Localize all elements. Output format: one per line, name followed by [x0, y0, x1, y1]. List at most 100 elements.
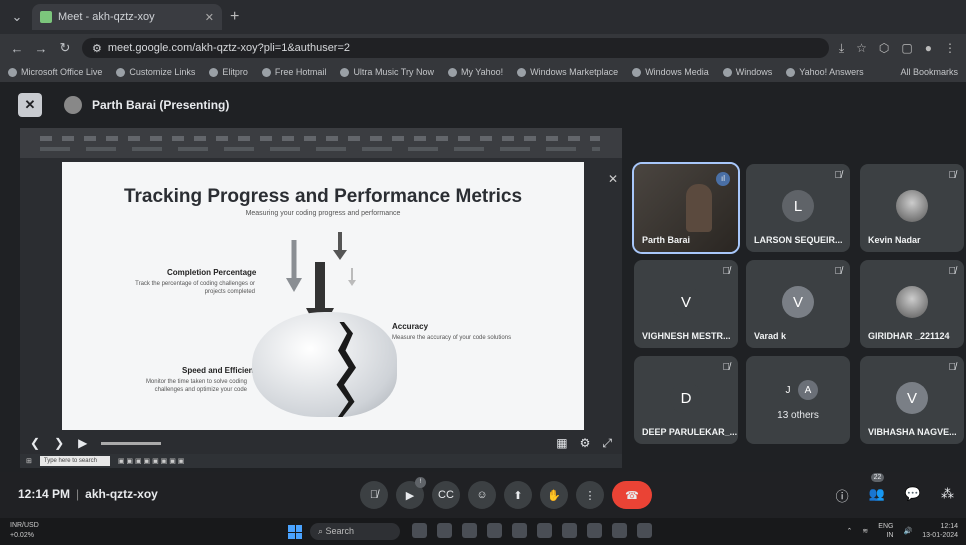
site-info-icon[interactable]: ⚙	[92, 42, 102, 55]
fullscreen-icon[interactable]: ⤢	[602, 436, 612, 451]
taskbar-app-icon[interactable]	[537, 523, 552, 538]
activities-icon[interactable]: ⁂	[941, 486, 954, 505]
participant-tile[interactable]: 🎙̸ GIRIDHAR _221124	[860, 260, 964, 348]
participant-tile[interactable]: 🎙̸ V Varad k	[746, 260, 850, 348]
slide-title: Tracking Progress and Performance Metric…	[123, 186, 523, 207]
shared-app-icons: ▣ ▣ ▣ ▣ ▣ ▣ ▣ ▣	[117, 458, 185, 465]
completion-desc: Track the percentage of coding challenge…	[135, 281, 255, 295]
piggy-bank-graphic	[252, 312, 397, 417]
shared-tab-strip	[40, 147, 600, 151]
taskbar-app-icon[interactable]	[512, 523, 527, 538]
call-controls: 🎙̸ ▶! CC ☺ ⬆ ✋ ⋮ ☎	[360, 477, 652, 509]
emoji-button[interactable]: ☺	[468, 481, 496, 509]
bookmark-item[interactable]: Windows Media	[632, 67, 709, 77]
reload-icon[interactable]: ↻	[58, 40, 72, 56]
extensions-icon[interactable]: ⬡	[879, 41, 889, 56]
taskbar-app-icon[interactable]	[437, 523, 452, 538]
presentation-slide: Tracking Progress and Performance Metric…	[62, 162, 584, 430]
raise-hand-button[interactable]: ✋	[540, 481, 568, 509]
taskbar-app-icon[interactable]	[637, 523, 652, 538]
bookmark-item[interactable]: Windows Marketplace	[517, 67, 618, 77]
participant-tile[interactable]: 🎙̸ V VIBHASHA NAGVE...	[860, 356, 964, 444]
profile-icon[interactable]: ●	[925, 41, 932, 56]
leave-call-button[interactable]: ☎	[612, 481, 652, 509]
other-avatar: J	[778, 380, 798, 400]
taskbar-app-icon[interactable]	[612, 523, 627, 538]
grid-icon[interactable]: ▦	[556, 436, 567, 451]
participant-name: VIBHASHA NAGVE...	[868, 427, 957, 437]
participant-name: DEEP PARULEKAR_...	[642, 427, 738, 437]
bookmark-item[interactable]: Elitpro	[209, 67, 248, 77]
bookmark-item[interactable]: Windows	[722, 67, 772, 77]
participant-avatar: L	[782, 190, 814, 222]
taskbar-app-icon[interactable]	[462, 523, 477, 538]
microphone-button[interactable]: 🎙̸	[360, 481, 388, 509]
browser-tab-meet[interactable]: Meet - akh-qztz-xoy ✕	[32, 4, 222, 30]
chat-icon[interactable]: 💬	[905, 486, 921, 505]
settings-icon[interactable]: ⚙	[580, 436, 591, 451]
menu-icon[interactable]: ⋮	[944, 41, 956, 56]
bookmark-item[interactable]: Free Hotmail	[261, 67, 326, 77]
more-options-button[interactable]: ⋮	[576, 481, 604, 509]
bookmark-item[interactable]: Microsoft Office Live	[8, 67, 102, 77]
tab-menu-icon[interactable]: ⌄	[10, 9, 24, 25]
shared-screen-toolbar	[20, 128, 622, 158]
all-bookmarks-button[interactable]: All Bookmarks	[900, 67, 958, 77]
bookmark-icon	[340, 67, 350, 77]
participant-tile[interactable]: ıl Parth Barai	[632, 162, 740, 254]
play-icon[interactable]: ▶	[78, 436, 87, 450]
download-icon[interactable]: ⤓	[839, 41, 844, 56]
participant-tile[interactable]: 🎙̸ L LARSON SEQUEIR...	[746, 164, 850, 252]
language-indicator[interactable]: ENG IN	[878, 522, 893, 540]
tray-chevron-icon[interactable]: ⌃	[847, 527, 853, 535]
close-share-icon[interactable]: ✕	[608, 172, 618, 186]
info-icon[interactable]: ⓘ	[836, 486, 849, 505]
taskbar-clock[interactable]: 12:14 13-01-2024	[922, 522, 958, 540]
camera-button[interactable]: ▶!	[396, 477, 426, 509]
others-tile[interactable]: J A 13 others	[746, 356, 850, 444]
bookmark-item[interactable]: Ultra Music Try Now	[340, 67, 434, 77]
participant-avatar: V	[896, 382, 928, 414]
participant-tile[interactable]: 🎙̸ D DEEP PARULEKAR_...	[634, 356, 738, 444]
participant-tile[interactable]: 🎙̸ V VIGHNESH MESTR...	[634, 260, 738, 348]
star-icon[interactable]: ☆	[856, 41, 867, 56]
currency-widget[interactable]: INR/USD +0.02%	[10, 521, 39, 541]
forward-icon[interactable]: →	[34, 41, 48, 56]
address-bar[interactable]: ⚙ meet.google.com/akh-qztz-xoy?pli=1&aut…	[82, 38, 829, 58]
video-player-controls: ❮ ❯ ▶ ▦ ⚙ ⤢	[20, 432, 622, 454]
taskbar-app-icon[interactable]	[487, 523, 502, 538]
participant-tile[interactable]: 🎙̸ Kevin Nadar	[860, 164, 964, 252]
mic-off-icon: 🎙̸	[948, 266, 957, 277]
wifi-icon[interactable]: ≋	[862, 527, 868, 535]
taskbar-search[interactable]: ⌕ Search	[310, 523, 400, 540]
seek-bar[interactable]	[101, 441, 162, 445]
present-button[interactable]: ⬆	[504, 481, 532, 509]
shared-search-box: Type here to search	[39, 456, 110, 466]
stop-presenting-icon[interactable]: ✕	[18, 93, 42, 117]
bookmark-item[interactable]: Yahoo! Answers	[786, 67, 864, 77]
accuracy-desc: Measure the accuracy of your code soluti…	[392, 335, 512, 341]
people-button[interactable]: 👥 22	[869, 473, 885, 505]
next-icon[interactable]: ❯	[54, 436, 64, 450]
new-tab-icon[interactable]: +	[230, 8, 239, 26]
shared-toolbar-strip	[40, 136, 600, 141]
participant-avatar: V	[782, 286, 814, 318]
meeting-code: akh-qztz-xoy	[85, 487, 158, 501]
prev-icon[interactable]: ❮	[30, 436, 40, 450]
bookmark-item[interactable]: My Yahoo!	[447, 67, 503, 77]
captions-button[interactable]: CC	[432, 481, 460, 509]
taskbar-app-icon[interactable]	[412, 523, 427, 538]
tab-close-icon[interactable]: ✕	[205, 11, 214, 24]
camera-badge-icon: !	[415, 477, 426, 488]
meeting-time: 12:14 PM	[18, 487, 71, 501]
participant-name: LARSON SEQUEIR...	[754, 235, 843, 245]
meet-side-controls: ⓘ 👥 22 💬 ⁂	[836, 473, 954, 505]
taskbar-app-icon[interactable]	[562, 523, 577, 538]
participant-photo	[896, 286, 928, 318]
bookmark-item[interactable]: Customize Links	[116, 67, 195, 77]
volume-icon[interactable]: 🔊	[903, 527, 912, 535]
taskbar-app-icon[interactable]	[587, 523, 602, 538]
sidebar-icon[interactable]: ▢	[901, 41, 912, 56]
back-icon[interactable]: ←	[10, 41, 24, 56]
start-icon[interactable]	[288, 525, 302, 539]
